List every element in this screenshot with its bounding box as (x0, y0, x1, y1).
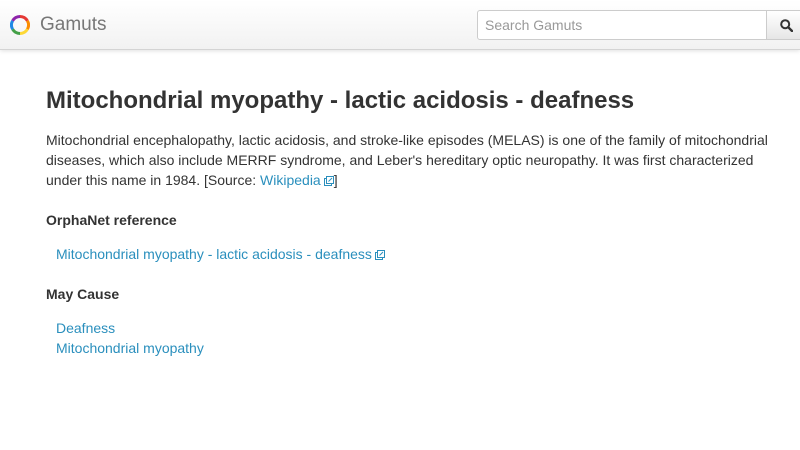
external-link-icon (323, 176, 334, 186)
orphanet-link[interactable]: Mitochondrial myopathy - lactic acidosis… (56, 246, 385, 262)
list-item: Deafness (56, 318, 776, 338)
gamuts-logo-icon (10, 15, 30, 35)
main-content: Mitochondrial myopathy - lactic acidosis… (46, 86, 776, 358)
external-link-icon (374, 250, 385, 260)
orphanet-link-label: Mitochondrial myopathy - lactic acidosis… (56, 246, 372, 262)
orphanet-heading: OrphaNet reference (46, 212, 177, 228)
wikipedia-source-link[interactable]: Wikipedia (260, 172, 334, 188)
description-text: Mitochondrial encephalopathy, lactic aci… (46, 132, 768, 188)
wikipedia-link-label: Wikipedia (260, 172, 321, 188)
page-title: Mitochondrial myopathy - lactic acidosis… (46, 87, 635, 114)
navbar: Gamuts (0, 0, 800, 50)
list-item: Mitochondrial myopathy (56, 338, 776, 358)
may-cause-heading: May Cause (46, 286, 120, 302)
brand-name: Gamuts (40, 14, 107, 35)
search-icon (780, 19, 793, 32)
orphanet-list: Mitochondrial myopathy - lactic acidosis… (56, 244, 776, 264)
cause-link-mitochondrial-myopathy[interactable]: Mitochondrial myopathy (56, 340, 204, 356)
cause-link-deafness[interactable]: Deafness (56, 320, 115, 336)
description: Mitochondrial encephalopathy, lactic aci… (46, 130, 776, 190)
may-cause-list: Deafness Mitochondrial myopathy (56, 318, 776, 358)
brand-link[interactable]: Gamuts (10, 13, 107, 37)
search-button[interactable] (766, 10, 800, 40)
description-suffix: ] (333, 172, 338, 188)
search-input[interactable] (477, 10, 767, 40)
list-item: Mitochondrial myopathy - lactic acidosis… (56, 244, 776, 264)
